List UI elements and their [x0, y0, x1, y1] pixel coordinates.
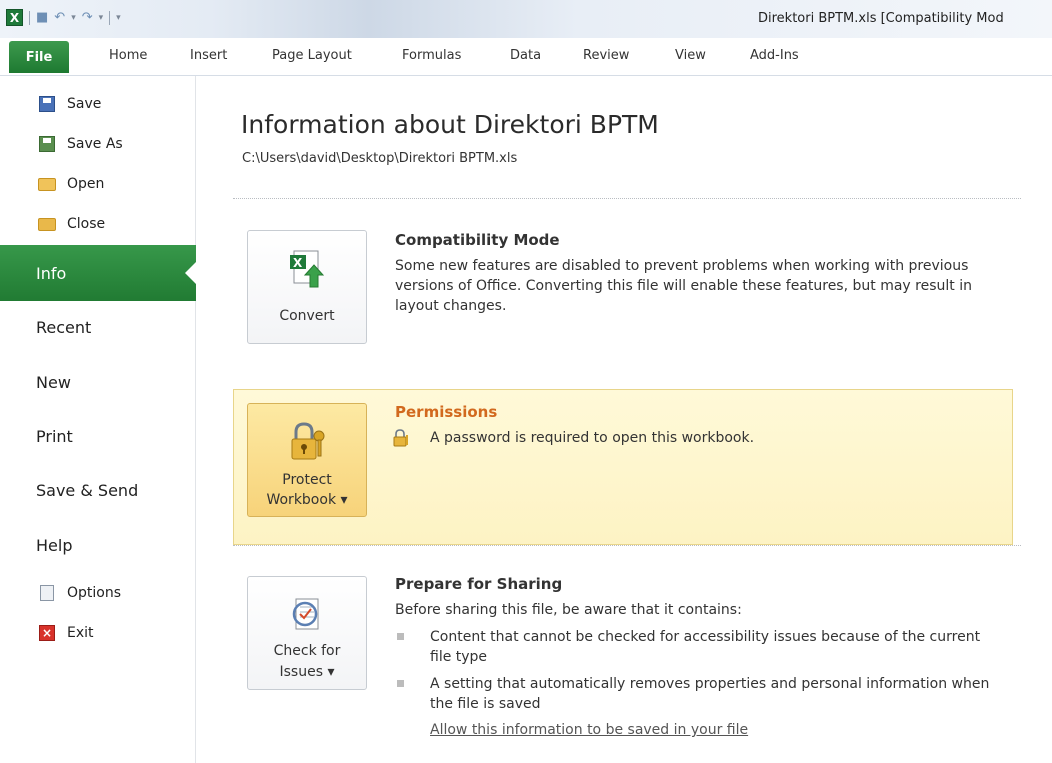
protect-workbook-button[interactable]: Protect Workbook ▾	[247, 403, 367, 517]
section-divider	[233, 545, 1021, 546]
nav-open-label: Open	[67, 176, 105, 192]
svg-text:X: X	[293, 256, 303, 270]
options-icon	[37, 584, 57, 602]
tab-home[interactable]: Home	[109, 48, 147, 63]
save-icon[interactable]: ■	[36, 10, 48, 25]
nav-save[interactable]: Save	[0, 92, 196, 116]
exit-icon: ×	[37, 624, 57, 642]
permissions-text: A password is required to open this work…	[430, 430, 755, 446]
tab-page-layout[interactable]: Page Layout	[272, 48, 352, 63]
prepare-sharing-intro: Before sharing this file, be aware that …	[395, 602, 742, 618]
nav-info[interactable]: Info	[0, 245, 197, 301]
nav-save-as[interactable]: Save As	[0, 132, 196, 156]
nav-print-label: Print	[36, 426, 73, 446]
excel-app-icon[interactable]: X	[6, 9, 23, 26]
permissions-heading: Permissions	[395, 403, 498, 421]
nav-new[interactable]: New	[0, 369, 196, 395]
backstage-nav: Save Save As Open Close Info Recent New …	[0, 76, 197, 763]
tab-insert[interactable]: Insert	[190, 48, 227, 63]
nav-save-label: Save	[67, 96, 102, 112]
protect-workbook-label-line1: Protect	[282, 472, 332, 488]
convert-label: Convert	[279, 308, 335, 324]
open-folder-icon	[37, 175, 57, 193]
undo-dropdown-icon[interactable]: ▾	[71, 13, 76, 23]
file-path: C:\Users\david\Desktop\Direktori BPTM.xl…	[242, 151, 518, 166]
nav-open[interactable]: Open	[0, 172, 196, 196]
save-icon	[37, 95, 57, 113]
inspect-document-icon	[288, 595, 326, 635]
check-for-issues-label-line2: Issues ▾	[279, 664, 335, 680]
nav-recent-label: Recent	[36, 317, 92, 337]
toolbar-separator	[29, 10, 30, 25]
protect-workbook-label-line2: Workbook ▾	[266, 492, 348, 508]
nav-save-send-label: Save & Send	[36, 480, 139, 500]
save-as-icon	[37, 135, 57, 153]
compatibility-text: Some new features are disabled to preven…	[395, 258, 972, 314]
tab-data[interactable]: Data	[510, 48, 541, 63]
sharing-issue-text: A setting that automatically removes pro…	[430, 676, 990, 712]
redo-dropdown-icon[interactable]: ▾	[99, 13, 104, 23]
lock-key-icon	[288, 422, 326, 462]
nav-help[interactable]: Help	[0, 532, 196, 558]
section-divider	[233, 198, 1021, 199]
nav-options-label: Options	[67, 585, 122, 601]
list-item: A setting that automatically removes pro…	[397, 674, 1000, 714]
convert-icon: X	[288, 249, 326, 289]
tab-review[interactable]: Review	[583, 48, 629, 63]
nav-info-label: Info	[36, 263, 67, 283]
tab-formulas[interactable]: Formulas	[402, 48, 461, 63]
nav-options[interactable]: Options	[0, 581, 196, 605]
tab-add-ins[interactable]: Add-Ins	[750, 48, 799, 63]
nav-close[interactable]: Close	[0, 212, 196, 236]
nav-print[interactable]: Print	[0, 423, 196, 449]
check-for-issues-label-line1: Check for	[273, 643, 341, 659]
nav-save-send[interactable]: Save & Send	[0, 477, 196, 503]
nav-recent[interactable]: Recent	[0, 314, 196, 340]
info-pane: Information about Direktori BPTM C:\User…	[197, 76, 1052, 763]
page-title: Information about Direktori BPTM	[241, 110, 659, 139]
quick-access-toolbar: X ■ ↶ ▾ ↷ ▾ ▾	[6, 9, 121, 26]
check-for-issues-button[interactable]: Check for Issues ▾	[247, 576, 367, 690]
close-folder-icon	[37, 215, 57, 233]
list-item: Content that cannot be checked for acces…	[397, 627, 1000, 667]
undo-icon[interactable]: ↶	[54, 10, 65, 25]
selected-arrow-icon	[185, 261, 197, 285]
bullet-icon	[397, 680, 404, 687]
bullet-icon	[397, 633, 404, 640]
lock-key-small-icon	[392, 429, 410, 447]
nav-exit[interactable]: × Exit	[0, 621, 196, 645]
nav-new-label: New	[36, 372, 71, 392]
toolbar-separator	[109, 10, 111, 25]
title-bar: X ■ ↶ ▾ ↷ ▾ ▾ Direktori BPTM.xls [Compat…	[0, 0, 1052, 38]
prepare-sharing-heading: Prepare for Sharing	[395, 575, 563, 593]
nav-exit-label: Exit	[67, 625, 94, 641]
ribbon-tabs: File Home Insert Page Layout Formulas Da…	[0, 38, 1052, 76]
nav-save-as-label: Save As	[67, 136, 123, 152]
customize-toolbar-icon[interactable]: ▾	[116, 13, 121, 23]
allow-info-saved-link[interactable]: Allow this information to be saved in yo…	[430, 722, 748, 738]
sharing-issue-text: Content that cannot be checked for acces…	[430, 629, 981, 665]
compatibility-heading: Compatibility Mode	[395, 231, 560, 249]
window-title: Direktori BPTM.xls [Compatibility Mod	[758, 11, 1004, 26]
nav-close-label: Close	[67, 216, 106, 232]
nav-help-label: Help	[36, 535, 73, 555]
redo-icon[interactable]: ↷	[82, 10, 93, 25]
tab-file[interactable]: File	[9, 41, 69, 73]
tab-view[interactable]: View	[675, 48, 706, 63]
convert-button[interactable]: X Convert	[247, 230, 367, 344]
